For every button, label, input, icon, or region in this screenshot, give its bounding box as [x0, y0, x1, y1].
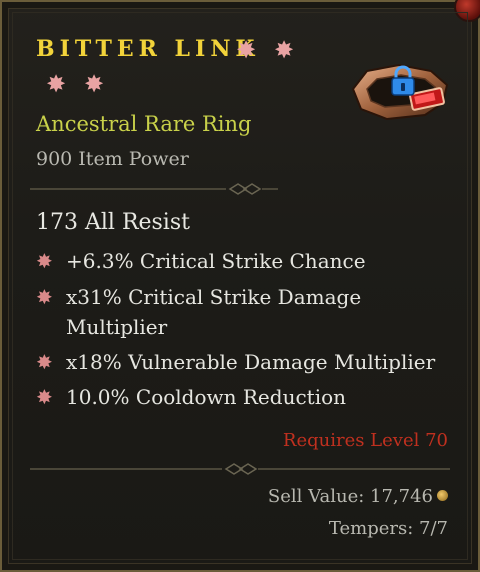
affix-line: ✸ x31% Critical Strike Damage Multiplier	[36, 282, 376, 342]
item-name: BITTER LINK	[36, 36, 260, 62]
item-power: 900 Item Power	[36, 148, 189, 170]
close-gem-icon[interactable]	[454, 0, 480, 22]
affix-star-icon: ✸	[36, 285, 53, 309]
lock-icon[interactable]	[388, 64, 418, 98]
divider-ornament	[30, 463, 450, 475]
affix-star-icon: ✸	[36, 350, 53, 374]
ancestral-star-icon: ✸	[84, 70, 105, 98]
sell-value: Sell Value: 17,746	[268, 486, 448, 507]
item-tooltip: BITTER LINK ✸ ✸ ✸ ✸ Ancestral Rare Ring …	[0, 0, 480, 572]
ancestral-star-icon: ✸	[46, 70, 67, 98]
base-stat-all-resist: 173 All Resist	[36, 210, 190, 235]
affix-star-icon: ✸	[36, 249, 53, 273]
tempers-count: Tempers: 7/7	[328, 518, 448, 539]
sell-value-text: Sell Value: 17,746	[267, 486, 433, 507]
ancestral-star-icon: ✸	[274, 36, 295, 64]
affix-star-icon: ✸	[36, 385, 53, 409]
level-requirement: Requires Level 70	[282, 430, 448, 451]
affix-line: ✸ +6.3% Critical Strike Chance	[36, 246, 456, 276]
item-type: Ancestral Rare Ring	[36, 112, 252, 136]
gold-coin-icon	[437, 490, 448, 501]
affix-line: ✸ 10.0% Cooldown Reduction	[36, 382, 456, 412]
divider-ornament	[30, 183, 278, 195]
ancestral-star-icon: ✸	[236, 36, 257, 64]
affix-line: ✸ x18% Vulnerable Damage Multiplier	[36, 347, 456, 377]
